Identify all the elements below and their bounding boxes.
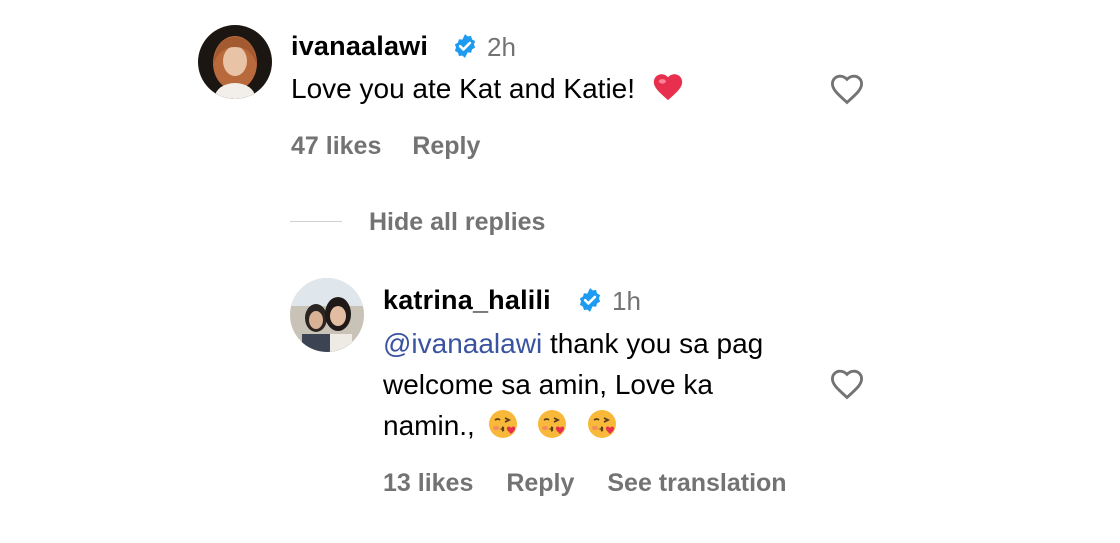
reply-likes-count[interactable]: 13 likes [383, 469, 473, 497]
reply-text-line-1: @ivanaalawi thank you sa pag [383, 323, 823, 364]
reply-username[interactable]: katrina_halili [383, 285, 551, 316]
face-blowing-kiss-icon [538, 410, 567, 438]
comment-likes-count[interactable]: 47 likes [291, 132, 381, 160]
comment-username[interactable]: ivanaalawi [291, 31, 428, 62]
comment-text: Love you ate Kat and Katie! [291, 68, 685, 109]
reply-text-part-1: thank you sa pag [549, 328, 764, 359]
red-heart-icon [653, 74, 682, 101]
comment-timestamp: 2h [487, 32, 516, 62]
reply-text-line-3: namin., [383, 405, 823, 446]
verified-badge-icon [454, 34, 476, 58]
face-blowing-kiss-icon [588, 410, 617, 438]
reply-text-part-3: namin., [383, 410, 475, 441]
avatar-ivanaalawi[interactable] [198, 25, 272, 99]
mention-link[interactable]: @ivanaalawi [383, 328, 542, 359]
reply-meta: 13 likes Reply See translation [383, 469, 787, 498]
avatar-image [290, 278, 364, 352]
replies-divider [290, 221, 342, 222]
reply-reply-button[interactable]: Reply [506, 469, 574, 497]
see-translation-button[interactable]: See translation [607, 469, 786, 497]
verified-badge-icon [579, 288, 601, 312]
reply-text-line-2: welcome sa amin, Love ka [383, 369, 713, 400]
avatar-image [198, 25, 272, 99]
reply-timestamp: 1h [612, 286, 641, 316]
like-reply-heart-icon[interactable] [828, 365, 866, 403]
face-blowing-kiss-icon [488, 410, 517, 438]
comment-reply-button[interactable]: Reply [412, 132, 480, 160]
comment-meta: 47 likes Reply [291, 132, 480, 161]
avatar-katrina_halili[interactable] [290, 278, 364, 352]
like-comment-heart-icon[interactable] [828, 70, 866, 108]
comment-text-content: Love you ate Kat and Katie! [291, 73, 636, 104]
reply-text: @ivanaalawi thank you sa pag welcome sa … [383, 323, 823, 446]
hide-replies-button[interactable]: Hide all replies [369, 208, 545, 237]
